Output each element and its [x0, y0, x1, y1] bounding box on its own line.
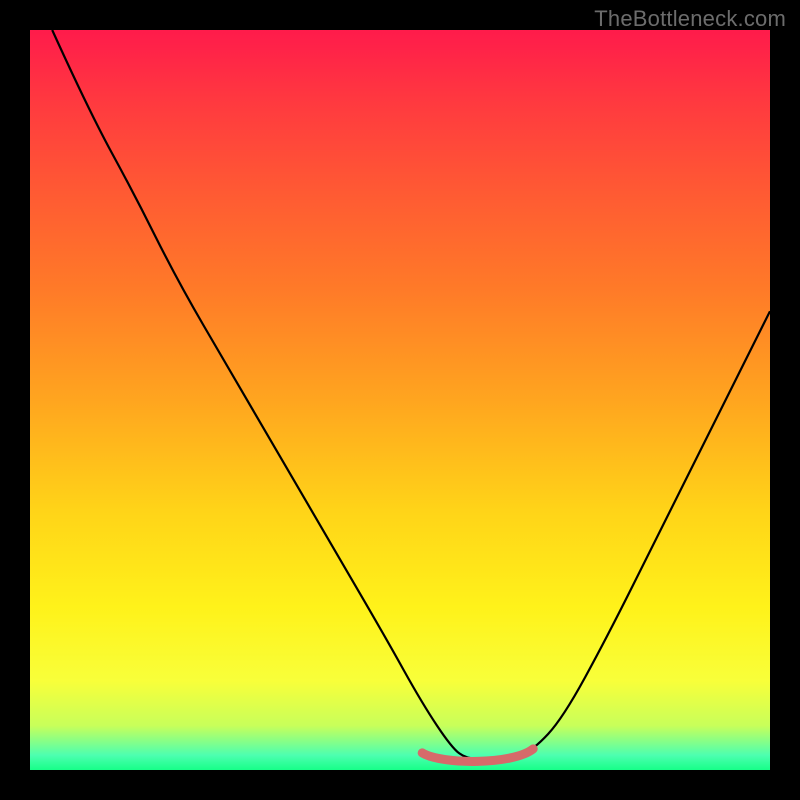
bottleneck-highlight-path — [422, 749, 533, 762]
watermark-label: TheBottleneck.com — [594, 6, 786, 32]
bottleneck-curve-svg — [30, 30, 770, 770]
chart-plot-area — [30, 30, 770, 770]
bottleneck-curve-path — [52, 30, 770, 759]
chart-frame: TheBottleneck.com — [0, 0, 800, 800]
